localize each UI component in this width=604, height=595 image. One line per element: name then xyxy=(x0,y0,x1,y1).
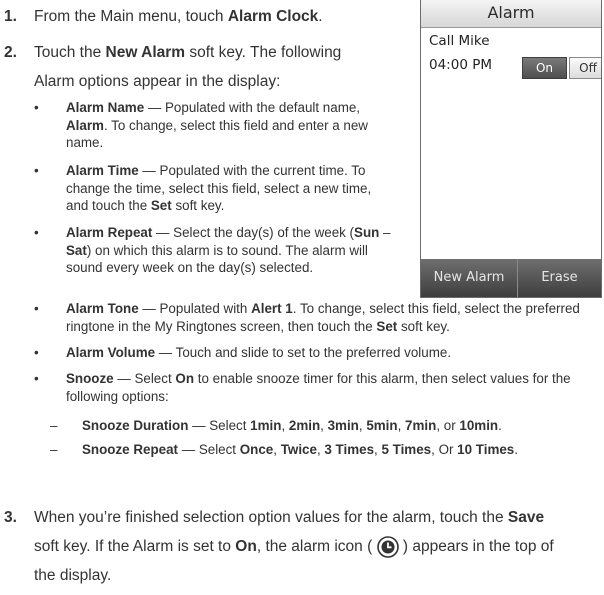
bullet-dot: • xyxy=(34,225,39,240)
step-3-text: When you’re finished selection option va… xyxy=(34,509,554,584)
bullet-dot: • xyxy=(34,345,39,360)
soft-key-bar: New Alarm Erase xyxy=(421,259,601,297)
dash-marker: – xyxy=(50,442,58,457)
bullet-dot: • xyxy=(34,163,39,178)
sub-item-snooze-repeat: – Snooze Repeat — Select Once, Twice, 3 T… xyxy=(50,442,518,457)
bullet-dot: • xyxy=(34,100,39,115)
bullet-alarm-name: • Alarm Name — Populated with the default… xyxy=(34,100,368,150)
alarm-on-toggle[interactable]: On xyxy=(522,57,567,79)
alarm-off-toggle[interactable]: Off xyxy=(569,57,601,79)
erase-softkey[interactable]: Erase xyxy=(518,259,601,297)
step-1-text: From the Main menu, touch Alarm Clock. xyxy=(34,8,323,25)
alarm-entry-time[interactable]: 04:00 PM xyxy=(429,57,492,73)
step-number: 2. xyxy=(4,44,17,61)
bullet-alarm-repeat: • Alarm Repeat — Select the day(s) of the… xyxy=(34,225,391,275)
new-alarm-term: New Alarm xyxy=(105,44,186,61)
dash-marker: – xyxy=(50,418,58,433)
screen-title: Alarm xyxy=(421,0,601,28)
bullet-dot: • xyxy=(34,371,39,386)
alarm-clock-term: Alarm Clock xyxy=(227,8,319,25)
step-number: 3. xyxy=(4,509,17,526)
step-2-text: Touch the New Alarm soft key. The follow… xyxy=(34,44,342,90)
new-alarm-softkey[interactable]: New Alarm xyxy=(421,259,518,297)
sub-item-snooze-duration: – Snooze Duration — Select 1min, 2min, 3m… xyxy=(50,418,502,433)
bullet-alarm-volume: • Alarm Volume — Touch and slide to set t… xyxy=(34,345,452,360)
alarm-entry-name[interactable]: Call Mike xyxy=(429,33,490,49)
bullet-alarm-tone: • Alarm Tone — Populated with Alert 1. To… xyxy=(34,301,580,334)
bullet-alarm-time: • Alarm Time — Populated with the current… xyxy=(34,163,372,213)
bullet-dot: • xyxy=(34,301,39,316)
save-term: Save xyxy=(507,509,545,526)
bullet-snooze: • Snooze — Select On to enable snooze tim… xyxy=(34,371,571,404)
step-number: 1. xyxy=(4,8,17,25)
alarm-clock-icon xyxy=(376,536,399,558)
phone-alarm-screen: Alarm Call Mike 04:00 PM On Off New Alar… xyxy=(420,0,602,298)
